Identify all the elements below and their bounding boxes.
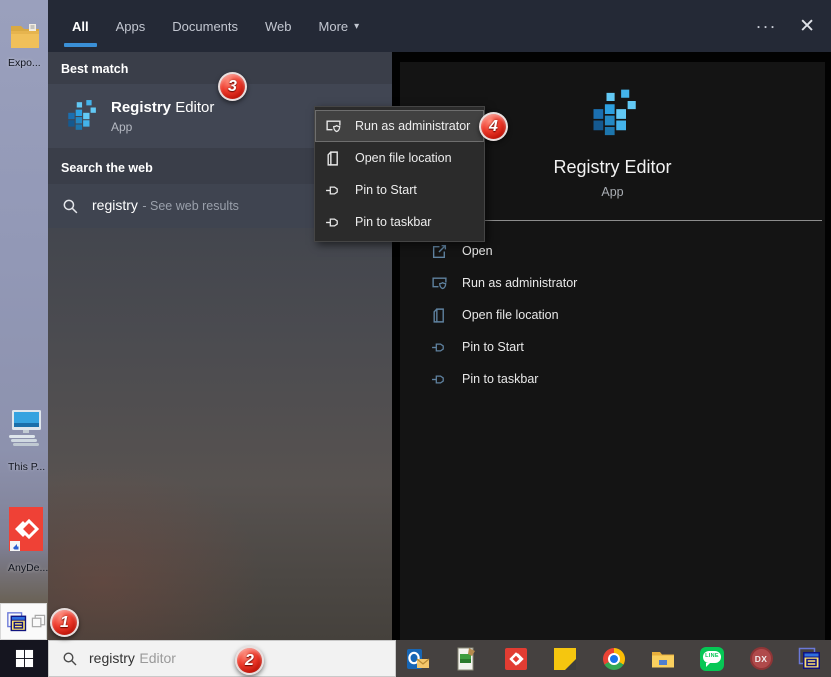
tab-more[interactable]: More ▾ xyxy=(319,0,360,52)
annotation-badge-1: 1 xyxy=(50,608,79,637)
pin-icon xyxy=(326,217,338,227)
desktop-icon-label: Expo... xyxy=(8,57,41,69)
search-flyout: All Apps Documents Web More ▾ ∙∙∙ ✕ Best… xyxy=(48,0,831,640)
photo-app-icon xyxy=(457,647,475,670)
taskbar-icon-chrome[interactable] xyxy=(602,647,626,671)
tab-all[interactable]: All xyxy=(64,0,97,52)
acrylic-background xyxy=(48,228,392,640)
menu-item-pin-to-start[interactable]: Pin to Start xyxy=(315,174,484,206)
desktop-icon-label: AnyDe... xyxy=(8,562,48,574)
preview-actions: Open Run as administrator Open file loca… xyxy=(400,235,825,395)
taskbar-icon-sticky-notes[interactable] xyxy=(553,647,577,671)
dx-label: DX xyxy=(754,653,768,664)
registry-editor-icon xyxy=(68,100,96,130)
taskbar-icon-line[interactable]: LINE xyxy=(700,646,724,671)
regedit-window-icon xyxy=(798,647,820,669)
search-icon xyxy=(63,199,78,213)
annotation-badge-2: 2 xyxy=(235,646,264,675)
tab-apps[interactable]: Apps xyxy=(116,0,146,52)
taskbar: registry Editor LINE DX xyxy=(0,640,831,677)
registry-editor-icon-large xyxy=(593,89,636,136)
chrome-icon xyxy=(603,647,625,670)
run-as-admin-icon xyxy=(326,119,341,132)
taskbar-icon-regedit-window[interactable] xyxy=(798,647,822,671)
line-label: LINE xyxy=(705,653,719,659)
best-match-title: Registry Editor xyxy=(111,98,215,116)
search-tabs-bar: All Apps Documents Web More ▾ ∙∙∙ ✕ xyxy=(48,0,831,52)
context-menu: Run as administrator Open file location … xyxy=(314,106,485,242)
search-icon xyxy=(63,651,77,665)
line-icon: LINE xyxy=(700,646,724,671)
file-location-icon xyxy=(327,150,338,166)
action-open-file-location[interactable]: Open file location xyxy=(400,299,825,331)
search-typed-text: registry xyxy=(89,649,135,666)
start-button[interactable] xyxy=(0,640,48,677)
taskbar-icon-photo-app[interactable] xyxy=(455,647,479,671)
menu-item-run-as-administrator[interactable]: Run as administrator xyxy=(315,110,484,142)
annotation-badge-3: 3 xyxy=(218,72,247,101)
annotation-badge-4: 4 xyxy=(479,112,508,141)
open-launch-icon xyxy=(432,244,447,258)
taskbar-icon-file-explorer[interactable] xyxy=(651,647,675,671)
tab-web[interactable]: Web xyxy=(265,0,292,52)
run-as-admin-icon xyxy=(432,276,447,289)
sticky-notes-icon xyxy=(554,647,576,670)
action-pin-to-taskbar[interactable]: Pin to taskbar xyxy=(400,363,825,395)
close-icon[interactable]: ✕ xyxy=(799,15,815,38)
pin-icon xyxy=(326,185,338,195)
search-suggestion-text: Editor xyxy=(139,649,176,666)
taskbar-icon-outlook[interactable] xyxy=(406,647,430,671)
this-pc-icon xyxy=(9,410,41,446)
windows-logo-icon xyxy=(15,649,33,668)
pin-icon xyxy=(432,342,444,352)
desktop-icon-export-folder[interactable]: Expo... xyxy=(2,22,48,69)
anydesk-icon xyxy=(9,507,43,551)
chevron-down-icon: ▾ xyxy=(354,20,360,32)
windows-search-screen: Expo... This P... AnyDe... All Apps Docu… xyxy=(0,0,831,677)
web-query-text: registry xyxy=(92,197,138,213)
action-run-as-administrator[interactable]: Run as administrator xyxy=(400,267,825,299)
desktop-icon-label: This P... xyxy=(8,461,46,473)
desktop-background: Expo... This P... AnyDe... xyxy=(0,0,48,640)
regedit-window-icon xyxy=(7,611,27,631)
folder-icon xyxy=(11,24,39,48)
taskbar-icon-anydesk-red[interactable] xyxy=(504,647,528,671)
action-pin-to-start[interactable]: Pin to Start xyxy=(400,331,825,363)
outlook-icon xyxy=(407,648,430,669)
window-outline-icon xyxy=(31,614,46,628)
best-match-subtitle: App xyxy=(111,119,133,134)
dx-icon: DX xyxy=(749,647,773,670)
pin-icon xyxy=(432,374,444,384)
file-explorer-icon xyxy=(652,651,674,667)
anydesk-red-icon xyxy=(505,647,527,670)
taskbar-search-input[interactable]: registry Editor xyxy=(48,640,396,677)
menu-item-pin-to-taskbar[interactable]: Pin to taskbar xyxy=(315,206,484,238)
taskbar-app-icons: LINE DX xyxy=(396,640,831,677)
taskbar-corner-popup xyxy=(0,603,47,640)
tab-documents[interactable]: Documents xyxy=(172,0,238,52)
more-options-icon[interactable]: ∙∙∙ xyxy=(756,17,777,35)
web-suffix-text: - See web results xyxy=(142,199,239,213)
taskbar-icon-dx[interactable]: DX xyxy=(749,647,773,671)
desktop-icon-anydesk[interactable]: AnyDe... xyxy=(2,505,48,574)
menu-item-open-file-location[interactable]: Open file location xyxy=(315,142,484,174)
desktop-icon-this-pc[interactable]: This P... xyxy=(2,408,48,473)
file-location-icon xyxy=(433,307,444,323)
